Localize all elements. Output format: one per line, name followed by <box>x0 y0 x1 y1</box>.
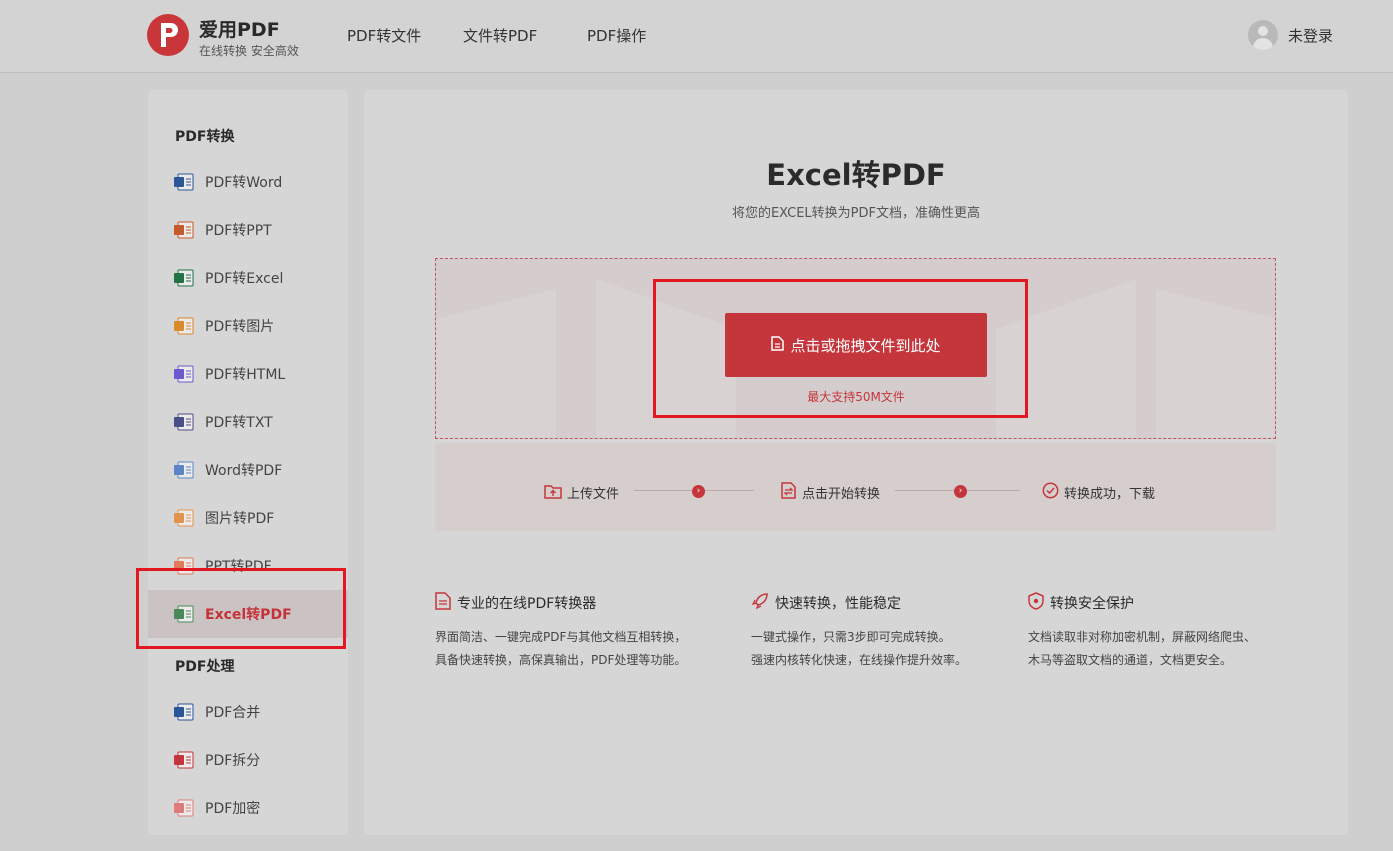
feature-description: 界面简洁、一键完成PDF与其他文档互相转换， 具备快速转换，高保真输出，PDF处… <box>435 630 687 667</box>
login-status[interactable]: 未登录 <box>1288 25 1333 46</box>
user-login[interactable]: 未登录 <box>1247 20 1333 50</box>
upload-step-icon <box>544 482 562 503</box>
image-to-pdf-icon <box>174 509 194 527</box>
sidebar-item-label: PDF转Excel <box>205 271 284 287</box>
image-file-icon <box>174 317 194 335</box>
sidebar-item[interactable]: PDF转Word <box>148 158 348 206</box>
sidebar-item-label: Word转PDF <box>205 463 283 479</box>
sidebar-section-convert: PDF转换 <box>175 129 235 145</box>
sidebar-item-label: PDF转TXT <box>205 415 273 431</box>
feature-security: 转换安全保护 文档读取非对称加密机制，屏蔽网络爬虫、 木马等盗取文档的通道，文档… <box>1028 592 1256 672</box>
sidebar-item[interactable]: 图片转PDF <box>148 494 348 542</box>
txt-file-icon <box>174 413 194 431</box>
ppt-file-icon <box>174 221 194 239</box>
step-convert-label: 点击开始转换 <box>802 487 881 502</box>
sidebar-item-label: PDF加密 <box>205 801 261 817</box>
sidebar-item[interactable]: PDF转图片 <box>148 302 348 350</box>
excel-file-icon <box>174 269 194 287</box>
document-icon <box>435 592 451 614</box>
sidebar-item-label: PDF转图片 <box>205 319 275 335</box>
feature-title: 快速转换，性能稳定 <box>775 596 901 612</box>
sidebar-item[interactable]: PDF加密 <box>148 784 348 832</box>
feature-fast: 快速转换，性能稳定 一键式操作，只需3步即可完成转换。 强速内核转化快速，在线操… <box>751 592 967 672</box>
convert-step-icon <box>780 482 797 503</box>
top-header: 爱用PDF 在线转换 安全高效 PDF转文件 文件转PDF PDF操作 未登录 <box>0 0 1393 73</box>
nav-pdf-operations[interactable]: PDF操作 <box>587 25 646 46</box>
sidebar-item-label: PDF合并 <box>205 705 261 721</box>
sidebar: PDF转换 PDF转Word PDF转PPT PDF转Excel PDF转图片 PDF转… <box>148 90 348 835</box>
sidebar-item[interactable]: Word转PDF <box>148 446 348 494</box>
sidebar-item[interactable]: PDF拆分 <box>148 736 348 784</box>
step-upload-label: 上传文件 <box>567 487 620 502</box>
highlight-box-sidebar <box>136 568 346 649</box>
feature-title: 专业的在线PDF转换器 <box>457 596 597 612</box>
steps-bar: 上传文件 › 点击开始转换 › 转换成功，下载 <box>435 443 1276 531</box>
brand-slogan: 在线转换 安全高效 <box>199 44 299 58</box>
nav-pdf-to-file[interactable]: PDF转文件 <box>347 25 421 46</box>
html-file-icon <box>174 365 194 383</box>
sidebar-item-label: PDF拆分 <box>205 753 261 769</box>
step-convert: 点击开始转换 <box>780 482 880 503</box>
feature-description: 一键式操作，只需3步即可完成转换。 强速内核转化快速，在线操作提升效率。 <box>751 630 968 667</box>
word-file-icon <box>174 173 194 191</box>
chevron-right-icon: › <box>692 485 705 498</box>
sidebar-item[interactable]: PDF合并 <box>148 688 348 736</box>
main-panel: Excel转PDF 将您的EXCEL转换为PDF文档，准确性更高 点击或拖拽文件… <box>364 90 1348 835</box>
pdf-split-icon <box>174 751 194 769</box>
page-subtitle: 将您的EXCEL转换为PDF文档，准确性更高 <box>731 206 981 221</box>
sidebar-item-label: PDF转HTML <box>205 367 286 383</box>
step-download: 转换成功，下载 <box>1042 482 1155 503</box>
feature-title: 转换安全保护 <box>1050 596 1134 612</box>
sidebar-item[interactable]: PDF转PPT <box>148 206 348 254</box>
sidebar-item-label: 图片转PDF <box>205 511 275 527</box>
step-upload: 上传文件 <box>544 482 619 503</box>
sidebar-section-process: PDF处理 <box>175 659 235 675</box>
page-title: Excel转PDF <box>766 158 946 192</box>
word-to-pdf-icon <box>174 461 194 479</box>
feature-professional: 专业的在线PDF转换器 界面简洁、一键完成PDF与其他文档互相转换， 具备快速转… <box>435 592 686 672</box>
chevron-right-icon: › <box>954 485 967 498</box>
user-avatar-icon[interactable] <box>1247 20 1278 50</box>
step-download-label: 转换成功，下载 <box>1064 487 1156 502</box>
brand-name[interactable]: 爱用PDF <box>199 15 280 42</box>
feature-description: 文档读取非对称加密机制，屏蔽网络爬虫、 木马等盗取文档的通道，文档更安全。 <box>1028 630 1257 667</box>
sidebar-item-label: PDF转PPT <box>205 223 272 239</box>
sidebar-item[interactable]: PDF转Excel <box>148 254 348 302</box>
shield-icon <box>1028 592 1044 614</box>
sidebar-item[interactable]: PDF转TXT <box>148 398 348 446</box>
brand-logo-icon[interactable] <box>147 14 189 56</box>
pdf-encrypt-icon <box>174 799 194 817</box>
sidebar-item-label: PDF转Word <box>205 175 283 191</box>
highlight-box-upload <box>653 279 1028 418</box>
check-circle-icon <box>1042 482 1059 503</box>
rocket-icon <box>751 592 769 614</box>
nav-file-to-pdf[interactable]: 文件转PDF <box>463 25 537 46</box>
sidebar-item[interactable]: PDF转HTML <box>148 350 348 398</box>
pdf-merge-icon <box>174 703 194 721</box>
